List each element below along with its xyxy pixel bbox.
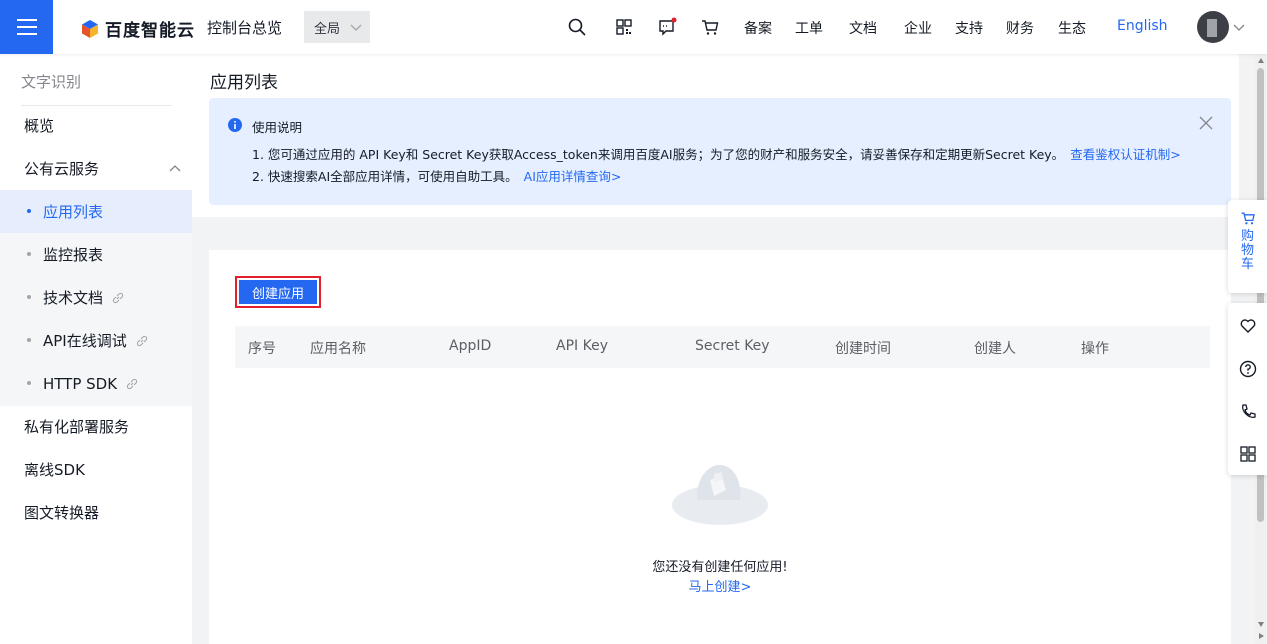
column-header: 应用名称	[310, 341, 366, 357]
chevron-up-icon	[169, 165, 181, 172]
nav-docs[interactable]: 文档	[849, 18, 877, 38]
sidebar-item-tech-docs[interactable]: 技术文档	[0, 276, 192, 319]
sidebar-item-private-deploy[interactable]: 私有化部署服务	[0, 405, 192, 448]
chevron-down-icon[interactable]	[1233, 21, 1245, 33]
app-list-panel: 创建应用 序号 应用名称 AppID API Key Secret Key 创建…	[209, 250, 1231, 644]
floating-cart-button[interactable]: 购物车	[1228, 200, 1267, 293]
column-header: AppID	[449, 338, 492, 354]
column-header: Secret Key	[695, 338, 770, 354]
nav-enterprise[interactable]: 企业	[904, 18, 932, 38]
scroll-right-arrow-icon[interactable]	[1257, 632, 1265, 640]
sidebar-item-monitoring[interactable]: 监控报表	[0, 233, 192, 276]
external-link-icon	[126, 378, 138, 389]
scroll-down-arrow-icon[interactable]	[1257, 620, 1265, 628]
help-icon[interactable]	[1239, 360, 1257, 378]
column-header: 创建时间	[835, 341, 891, 357]
sidebar-item-api-debug[interactable]: API在线调试	[0, 319, 192, 362]
column-header: API Key	[556, 338, 608, 354]
notice-line-1: 1. 您可通过应用的 API Key和 Secret Key获取Access_t…	[252, 147, 1181, 162]
sidebar-title: 文字识别	[21, 73, 82, 91]
sidebar-item-offline-sdk[interactable]: 离线SDK	[0, 448, 192, 491]
hamburger-menu-button[interactable]	[0, 0, 53, 54]
cloud-logo-icon	[82, 19, 98, 38]
sidebar-item-app-list[interactable]: 应用列表	[0, 190, 192, 233]
top-navigation-bar: 百度智能云 控制台总览 全局 备案 工单 文档 企业 支持 财务 生态 Engl…	[0, 0, 1267, 54]
nav-beian[interactable]: 备案	[744, 18, 772, 38]
sidebar-item-overview[interactable]: 概览	[0, 104, 192, 147]
language-switch[interactable]: English	[1117, 18, 1168, 34]
table-header: 序号 应用名称 AppID API Key Secret Key 创建时间 创建…	[235, 326, 1210, 368]
notice-line-2: 2. 快速搜索AI全部应用详情，可使用自助工具。 AI应用详情查询>	[252, 169, 622, 184]
header-panel: 应用列表 使用说明 1. 您可通过应用的 API Key和 Secret Key…	[192, 54, 1239, 217]
scroll-up-arrow-icon[interactable]	[1257, 57, 1265, 65]
cart-icon[interactable]	[700, 17, 720, 37]
chevron-down-icon	[350, 24, 362, 31]
usage-notice: 使用说明 1. 您可通过应用的 API Key和 Secret Key获取Acc…	[209, 98, 1231, 205]
brand-name: 百度智能云	[105, 21, 195, 41]
sidebar-item-converter[interactable]: 图文转换器	[0, 491, 192, 534]
nav-finance[interactable]: 财务	[1006, 18, 1034, 38]
brand-logo[interactable]: 百度智能云	[80, 16, 195, 41]
notice-title: 使用说明	[252, 120, 303, 135]
close-icon[interactable]	[1199, 116, 1213, 130]
phone-icon[interactable]	[1239, 403, 1257, 421]
user-avatar[interactable]	[1197, 11, 1229, 43]
create-app-button[interactable]: 创建应用	[235, 276, 321, 308]
column-header: 创建人	[974, 341, 1016, 357]
sidebar-item-http-sdk[interactable]: HTTP SDK	[0, 362, 192, 405]
cart-icon	[1241, 212, 1255, 225]
search-icon[interactable]	[567, 17, 587, 37]
column-header: 序号	[248, 341, 276, 357]
info-icon	[228, 118, 242, 132]
grid-icon[interactable]	[1239, 445, 1257, 463]
main-content: 应用列表 使用说明 1. 您可通过应用的 API Key和 Secret Key…	[192, 54, 1255, 644]
floating-tools	[1228, 303, 1267, 475]
scope-value: 全局	[314, 21, 341, 37]
qr-code-icon[interactable]	[614, 17, 634, 37]
external-link-icon	[112, 292, 124, 303]
sidebar: 文字识别 概览 公有云服务 应用列表 监控报表 技术文档 API在线调试 HTT…	[0, 54, 192, 644]
app-details-link[interactable]: AI应用详情查询>	[524, 169, 622, 184]
floating-cart-label: 购物车	[1240, 229, 1254, 272]
create-now-link[interactable]: 马上创建>	[209, 576, 1231, 595]
column-header: 操作	[1081, 341, 1109, 357]
empty-state-text: 您还没有创建任何应用!	[652, 560, 788, 575]
sidebar-group-public-cloud[interactable]: 公有云服务	[0, 147, 192, 190]
scope-select[interactable]: 全局	[304, 11, 370, 43]
auth-mechanism-link[interactable]: 查看鉴权认证机制>	[1070, 147, 1180, 162]
empty-state-illustration	[672, 464, 768, 525]
page-title: 应用列表	[210, 73, 278, 93]
nav-ecosystem[interactable]: 生态	[1058, 18, 1086, 38]
message-icon[interactable]	[657, 17, 677, 37]
console-overview-link[interactable]: 控制台总览	[207, 17, 282, 38]
nav-tickets[interactable]: 工单	[795, 18, 823, 38]
external-link-icon	[136, 335, 147, 346]
nav-support[interactable]: 支持	[955, 18, 983, 38]
heart-icon[interactable]	[1239, 317, 1257, 335]
